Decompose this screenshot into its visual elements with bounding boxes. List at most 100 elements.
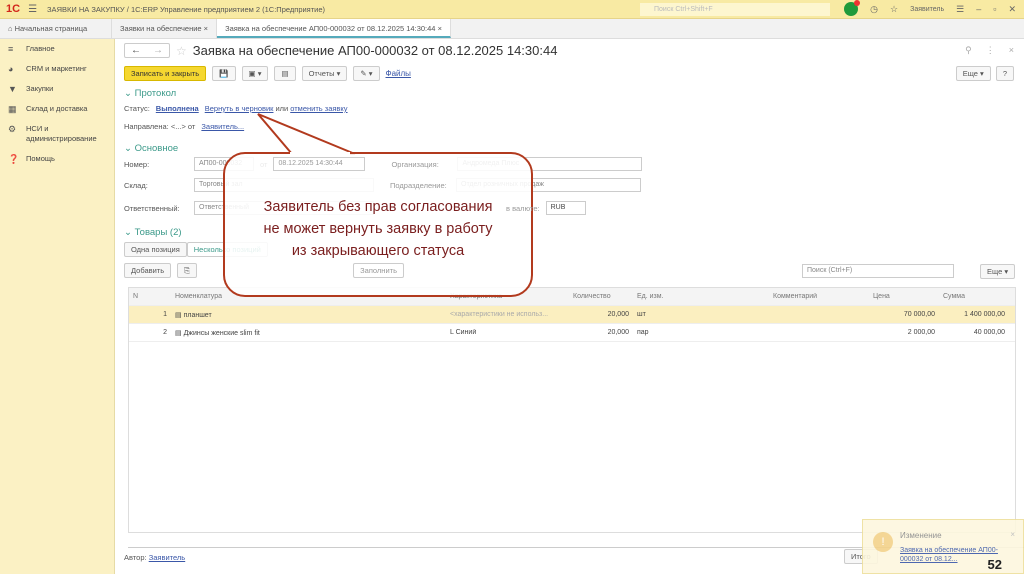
history-icon[interactable]: ◷ <box>870 4 878 15</box>
status-label: Статус: <box>124 104 150 113</box>
sidebar: ≡ Главное ◕ CRM и маркетинг ▼ Закупки ▦ Скла… <box>0 39 115 574</box>
sidebar-item-purchases[interactable]: ▼ Закупки <box>0 79 114 99</box>
column-header[interactable]: Сумма <box>939 293 1009 300</box>
link-icon[interactable]: ⚲ <box>965 45 972 56</box>
single-position-tab[interactable]: Одна позиция <box>124 242 187 257</box>
files-link[interactable]: Файлы <box>386 69 411 78</box>
close-toast-icon[interactable]: × <box>1010 530 1015 539</box>
goods-table: N Номенклатура Характеристика Количество… <box>128 287 1016 533</box>
cell-unit: шт <box>637 311 646 318</box>
currency-select[interactable]: RUB <box>545 201 586 215</box>
reports-button[interactable]: Отчеты ▾ <box>301 66 348 81</box>
sidebar-item-label: Главное <box>26 44 55 53</box>
chart-icon: ◕ <box>8 64 14 74</box>
cell-price: 70 000,00 <box>903 311 935 318</box>
sidebar-item-label: Закупки <box>26 84 54 93</box>
goods-section-header[interactable]: ⌄ Товары (2) <box>124 227 182 238</box>
table-row[interactable]: 1 ▤ планшет <характеристики не использ..… <box>129 306 1015 324</box>
status-value-link[interactable]: Выполнена <box>156 104 199 113</box>
close-tab-icon[interactable]: × <box>204 24 208 33</box>
add-row-button[interactable]: Добавить <box>124 263 172 278</box>
column-header[interactable]: Цена <box>869 293 939 300</box>
save-and-close-button[interactable]: Записать и закрыть <box>124 66 207 81</box>
author-link[interactable]: Заявитель <box>149 553 186 562</box>
maximize-icon[interactable]: ▫ <box>993 4 996 14</box>
slide-page-number: 52 <box>987 557 1002 572</box>
tab-request-doc[interactable]: Заявка на обеспечение АП00-000032 от 08.… <box>217 19 451 38</box>
favorite-star-icon[interactable]: ☆ <box>176 44 187 58</box>
tab-label: Заявки на обеспечение <box>120 24 202 33</box>
more-button[interactable]: Еще ▾ <box>955 66 991 81</box>
cell-sum: 40 000,00 <box>973 329 1005 336</box>
table-search-input[interactable]: Поиск (Ctrl+F) <box>802 264 954 278</box>
close-window-icon[interactable]: ✕ <box>1008 4 1016 15</box>
callout-text: из закрывающего статуса <box>291 242 465 259</box>
menu-icon[interactable]: ☰ <box>28 4 37 15</box>
close-tab-icon[interactable]: × <box>438 24 442 33</box>
more-vert-icon[interactable]: ⋮ <box>986 45 995 56</box>
main-section-header[interactable]: ⌄ Основное <box>124 143 178 154</box>
help-icon: ❓ <box>8 154 20 164</box>
cell-price: 2 000,00 <box>907 329 935 336</box>
number-label: Номер: <box>124 159 150 169</box>
sidebar-item-warehouse[interactable]: ▦ Склад и доставка <box>0 99 114 119</box>
sidebar-item-help[interactable]: ❓ Помощь <box>0 149 114 169</box>
section-title: Протокол <box>134 88 177 99</box>
cell-quantity: 20,000 <box>607 311 629 318</box>
more-label: Еще <box>987 267 1003 276</box>
settings-menu-icon[interactable]: ☰ <box>956 4 964 15</box>
create-based-on-icon[interactable]: ▣ ▾ <box>241 66 269 81</box>
cell-n: 1 <box>163 311 167 318</box>
help-button[interactable]: ? <box>995 66 1014 81</box>
directed-by-link[interactable]: Заявитель... <box>201 122 244 131</box>
save-icon[interactable]: 💾 <box>212 66 236 81</box>
protocol-section-header[interactable]: ⌄ Протокол <box>124 88 176 99</box>
forward-arrow-icon[interactable]: → <box>147 44 169 57</box>
back-arrow-icon[interactable]: ← <box>125 44 147 57</box>
return-to-draft-link[interactable]: Вернуть в черновик <box>205 104 274 113</box>
column-header[interactable]: Количество <box>569 293 633 300</box>
warehouse-icon: ▦ <box>8 104 17 114</box>
tab-requests-list[interactable]: Заявки на обеспечение × <box>112 19 218 38</box>
app-logo: 1С <box>6 3 21 15</box>
sidebar-item-label: CRM и маркетинг <box>26 64 87 73</box>
cell-characteristic: <характеристики не использ... <box>450 311 549 318</box>
sidebar-item-label: НСИ и администрирование <box>26 124 97 143</box>
info-icon: ! <box>873 532 893 552</box>
fill-button[interactable]: Заполнить <box>353 263 404 278</box>
cell-characteristic: L Синий <box>450 329 477 336</box>
sidebar-item-main[interactable]: ≡ Главное <box>0 39 114 59</box>
favorites-star-icon[interactable]: ☆ <box>890 4 898 15</box>
global-search-input[interactable]: Поиск Ctrl+Shift+F <box>640 3 830 16</box>
reports-label: Отчеты <box>308 69 335 78</box>
currency-label: в валюте: <box>506 203 540 213</box>
notifications-icon[interactable] <box>844 0 861 16</box>
warehouse-label: Склад: <box>124 180 148 190</box>
or-text: или <box>275 104 289 113</box>
column-header[interactable]: Комментарий <box>769 293 869 300</box>
callout-text: не может вернуть заявку в работу <box>263 220 493 237</box>
close-form-icon[interactable]: × <box>1009 45 1014 56</box>
sidebar-item-admin[interactable]: ⚙ НСИ и администрирование <box>0 119 114 149</box>
cancel-request-link[interactable]: отменить заявку <box>290 104 347 113</box>
minimize-icon[interactable]: – <box>976 4 981 14</box>
table-row[interactable]: 2 ▤ Джинсы женские slim fit L Синий 20,0… <box>129 324 1015 342</box>
user-name[interactable]: Заявитель <box>910 6 944 13</box>
document-form: ← → ☆ Заявка на обеспечение АП00-000032 о… <box>116 39 1024 574</box>
cart-icon: ▼ <box>8 84 17 94</box>
title-bar: 1С ☰ ЗАЯВКИ НА ЗАКУПКУ / 1С:ERP Управлен… <box>0 0 1024 19</box>
column-header[interactable]: N <box>129 293 171 300</box>
author-label: Автор: <box>124 553 147 562</box>
tab-home[interactable]: ⌂ Начальная страница <box>0 19 112 38</box>
column-header[interactable]: Ед. изм. <box>633 293 769 300</box>
print-doc-icon[interactable]: ▤ <box>274 66 296 81</box>
date-field[interactable]: 08.12.2025 14:30:44 <box>273 157 366 171</box>
copy-icon[interactable]: ⎘ <box>177 263 198 278</box>
attach-icon[interactable]: ✎ ▾ <box>353 66 380 81</box>
page-title: Заявка на обеспечение АП00-000032 от 08.… <box>192 43 558 58</box>
toast-link[interactable]: Заявка на обеспечение АП00-000032 от 08.… <box>900 546 1000 564</box>
sidebar-item-crm[interactable]: ◕ CRM и маркетинг <box>0 59 114 79</box>
table-more-button[interactable]: Еще ▾ <box>980 264 1016 279</box>
section-title: Товары (2) <box>134 227 182 238</box>
callout-joint <box>290 152 350 156</box>
